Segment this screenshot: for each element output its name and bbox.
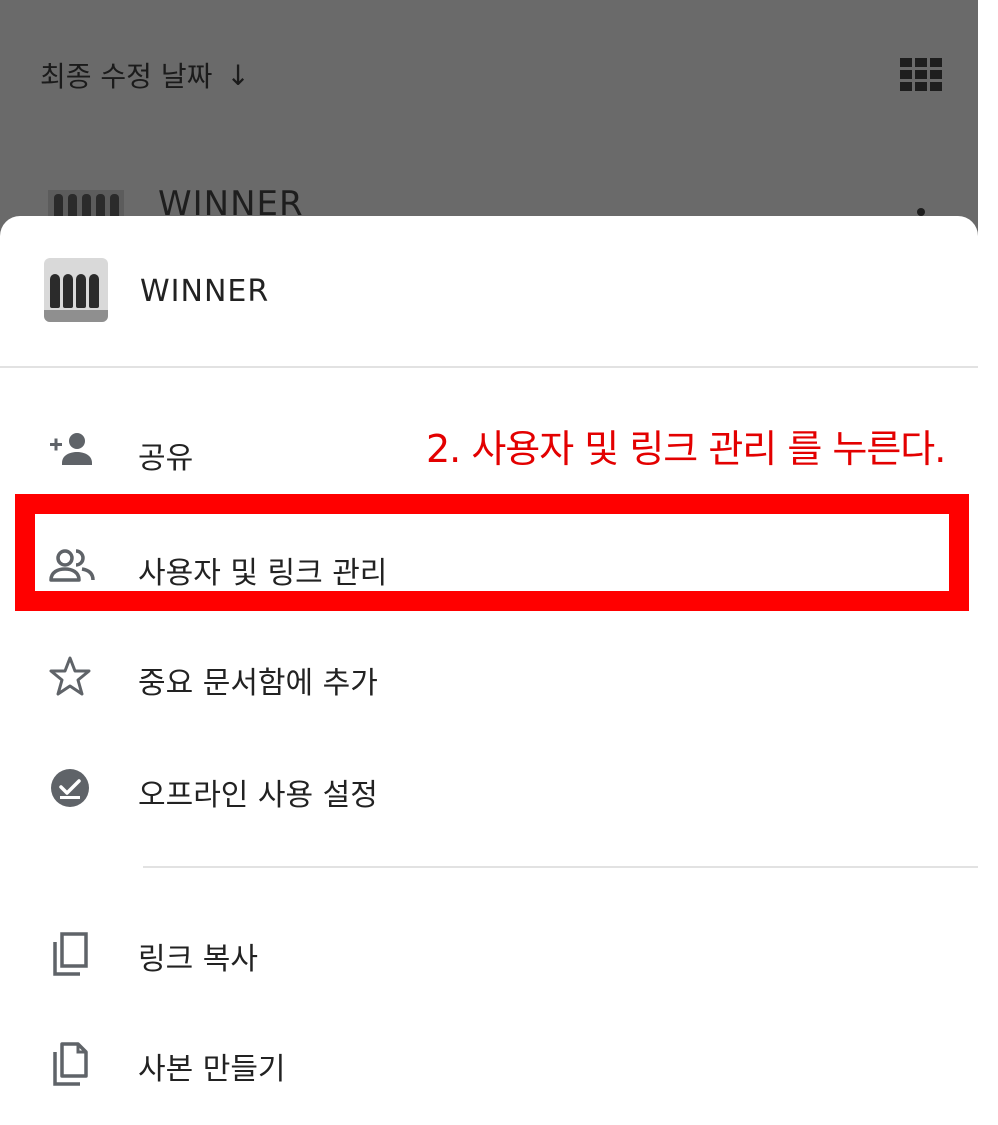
menu-item-make-copy[interactable]: 사본 만들기 — [0, 1012, 978, 1112]
person-add-icon — [48, 431, 96, 471]
sort-control[interactable]: 최종 수정 날짜 ↓ — [40, 52, 250, 98]
menu-item-copy-link[interactable]: 링크 복사 — [0, 902, 978, 1002]
star-outline-icon — [48, 656, 96, 696]
section-divider — [143, 866, 978, 868]
menu-item-add-to-starred[interactable]: 중요 문서함에 추가 — [0, 626, 978, 726]
menu-item-label: 오프라인 사용 설정 — [138, 778, 378, 813]
file-thumbnail — [44, 258, 108, 322]
offline-check-icon — [48, 768, 96, 808]
menu-item-offline[interactable]: 오프라인 사용 설정 — [0, 738, 978, 838]
more-vert-icon[interactable] — [917, 208, 925, 216]
menu-item-label: 공유 — [138, 441, 194, 476]
grid-view-icon[interactable] — [900, 58, 942, 92]
annotation-instruction: 2. 사용자 및 링크 관리 를 누른다. — [426, 427, 946, 471]
copy-link-icon — [48, 932, 96, 976]
screen-edge — [978, 0, 998, 1125]
menu-item-label: 사본 만들기 — [138, 1052, 286, 1087]
menu-item-label: 사용자 및 링크 관리 — [138, 556, 388, 591]
background-file-thumbnail — [48, 190, 124, 216]
sort-label: 최종 수정 날짜 — [40, 60, 213, 93]
sheet-header: WINNER — [0, 216, 978, 366]
menu-item-label: 링크 복사 — [138, 942, 258, 977]
file-title: WINNER — [140, 274, 270, 309]
bottom-sheet: WINNER 공유 사용자 및 링크 관리 중요 문서함에 추가 오프라인 사용… — [0, 216, 978, 1125]
people-icon — [48, 546, 96, 586]
arrow-down-icon: ↓ — [226, 58, 250, 92]
copy-file-icon — [48, 1042, 96, 1086]
menu-item-manage-people-links[interactable]: 사용자 및 링크 관리 — [0, 516, 978, 616]
header-divider — [0, 366, 978, 368]
menu-item-label: 중요 문서함에 추가 — [138, 666, 378, 701]
